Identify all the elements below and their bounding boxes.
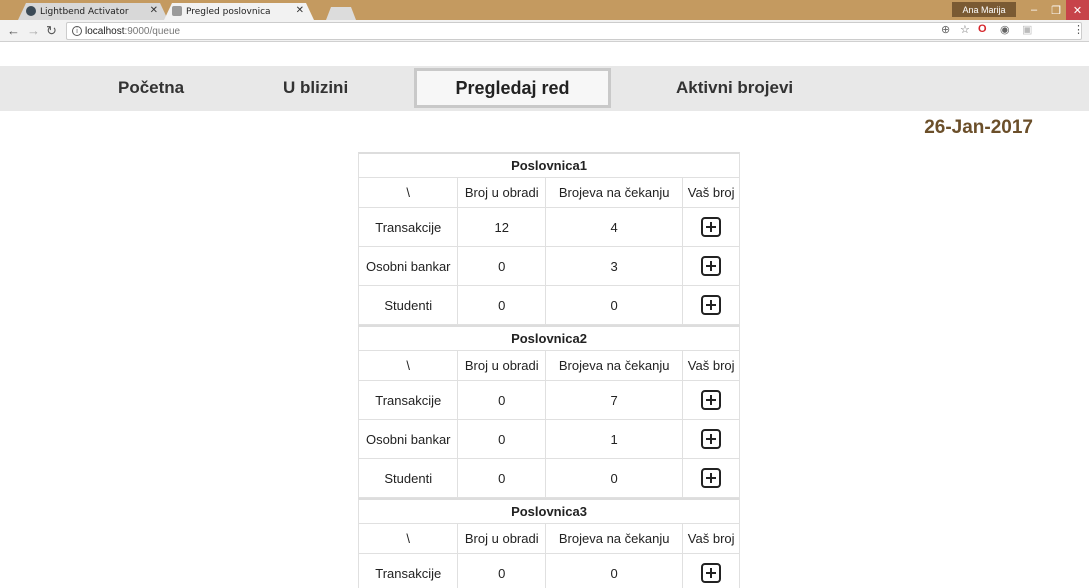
waiting-count: 0 [546,286,684,324]
column-header: Brojeva na čekanju [546,351,684,380]
back-arrow-icon[interactable]: ← [7,23,20,38]
address-bar[interactable]: i localhost:9000/queue [66,22,1082,40]
queue-table: Poslovnica1 \ Broj u obradi Brojeva na č… [358,152,740,588]
column-header: Vaš broj [687,358,735,373]
waiting-count: 4 [546,208,684,246]
column-header: Broj u obradi [458,178,547,207]
nav-home-link[interactable]: Početna [118,78,184,98]
lightbend-favicon-icon [26,6,36,16]
waiting-count: 7 [546,381,684,419]
nav-active-numbers-link[interactable]: Aktivni brojevi [676,78,793,98]
column-header: Vaš broj [687,531,735,546]
plus-square-icon[interactable] [701,256,722,276]
processing-count: 0 [458,381,547,419]
browser-toolbar: ← → ↻ i localhost:9000/queue ⊕ ☆ O ◉ ▣ ⋮ [0,20,1089,42]
table-row: Transakcije 0 0 [358,554,740,588]
maximize-icon[interactable]: ❐ [1044,0,1068,20]
table-header-row: \ Broj u obradi Brojeva na čekanju Vaš b… [358,351,740,381]
service-name: Osobni bankar [359,247,459,285]
service-name: Studenti [359,459,459,497]
tab-close-icon[interactable]: ✕ [296,5,304,16]
tab-lightbend-activator[interactable]: Lightbend Activator ✕ [18,3,168,20]
nav-nearby-link[interactable]: U blizini [283,78,348,98]
service-name: Transakcije [359,381,459,419]
processing-count: 0 [458,459,547,497]
processing-count: 0 [458,554,547,588]
url-path: :9000/queue [124,25,181,37]
take-number-cell [683,459,739,497]
waiting-count: 1 [546,420,684,458]
url-host: localhost [85,25,125,37]
opera-extension-icon[interactable]: O [978,23,987,35]
table-header-row: \ Broj u obradi Brojeva na čekanju Vaš b… [358,524,740,554]
plus-square-icon[interactable] [701,390,722,410]
tab-title: Lightbend Activator [40,6,129,17]
column-header: Broj u obradi [458,524,547,553]
waiting-count: 3 [546,247,684,285]
zoom-icon[interactable]: ⊕ [941,23,950,36]
waiting-count: 0 [546,554,684,588]
forward-arrow-icon[interactable]: → [27,23,40,38]
plus-square-icon[interactable] [701,563,722,583]
table-row: Osobni bankar 0 1 [358,420,740,459]
current-date: 26-Jan-2017 [924,117,1033,138]
site-nav: Početna U blizini Pregledaj red Aktivni … [0,66,1089,111]
take-number-cell [683,286,739,324]
plus-square-icon[interactable] [701,295,722,315]
profile-button[interactable]: Ana Marija [952,2,1016,17]
nav-queue-link[interactable]: Pregledaj red [414,68,611,108]
menu-dots-icon[interactable]: ⋮ [1073,23,1084,36]
waiting-count: 0 [546,459,684,497]
service-name: Studenti [359,286,459,324]
plus-square-icon[interactable] [701,468,722,488]
take-number-cell [683,381,739,419]
take-number-cell [683,208,739,246]
bookmark-star-icon[interactable]: ☆ [960,23,970,36]
info-icon[interactable]: i [72,26,82,36]
branch-title: Poslovnica1 [358,152,740,178]
table-header-row: \ Broj u obradi Brojeva na čekanju Vaš b… [358,178,740,208]
column-header: \ [359,351,459,380]
service-name: Transakcije [359,208,459,246]
take-number-cell [683,420,739,458]
tab-title: Pregled poslovnica [186,6,271,17]
plus-square-icon[interactable] [701,429,722,449]
branch-title: Poslovnica2 [358,325,740,351]
minimize-icon[interactable]: – [1022,0,1046,20]
take-number-cell [683,554,739,588]
tab-close-icon[interactable]: ✕ [150,5,158,16]
processing-count: 0 [458,247,547,285]
title-bar: Lightbend Activator ✕ Pregled poslovnica… [0,0,1089,20]
processing-count: 12 [458,208,547,246]
table-row: Transakcije 12 4 [358,208,740,247]
page-favicon-icon [172,6,182,16]
close-window-icon[interactable]: ✕ [1066,0,1089,20]
service-name: Transakcije [359,554,459,588]
column-header: Brojeva na čekanju [546,178,684,207]
column-header: Broj u obradi [458,351,547,380]
column-header: Vaš broj [687,185,735,200]
processing-count: 0 [458,420,547,458]
extension-icon[interactable]: ◉ [1000,23,1010,36]
table-row: Osobni bankar 0 3 [358,247,740,286]
table-row: Transakcije 0 7 [358,381,740,420]
column-header: \ [359,178,459,207]
table-row: Studenti 0 0 [358,459,740,498]
pdf-extension-icon[interactable]: ▣ [1022,23,1032,36]
reload-icon[interactable]: ↻ [46,23,57,39]
column-header: \ [359,524,459,553]
tab-pregled-poslovnica[interactable]: Pregled poslovnica ✕ [164,3,314,20]
take-number-cell [683,247,739,285]
column-header: Brojeva na čekanju [546,524,684,553]
service-name: Osobni bankar [359,420,459,458]
plus-square-icon[interactable] [701,217,722,237]
new-tab-button[interactable] [326,7,356,20]
processing-count: 0 [458,286,547,324]
table-row: Studenti 0 0 [358,286,740,325]
branch-title: Poslovnica3 [358,498,740,524]
